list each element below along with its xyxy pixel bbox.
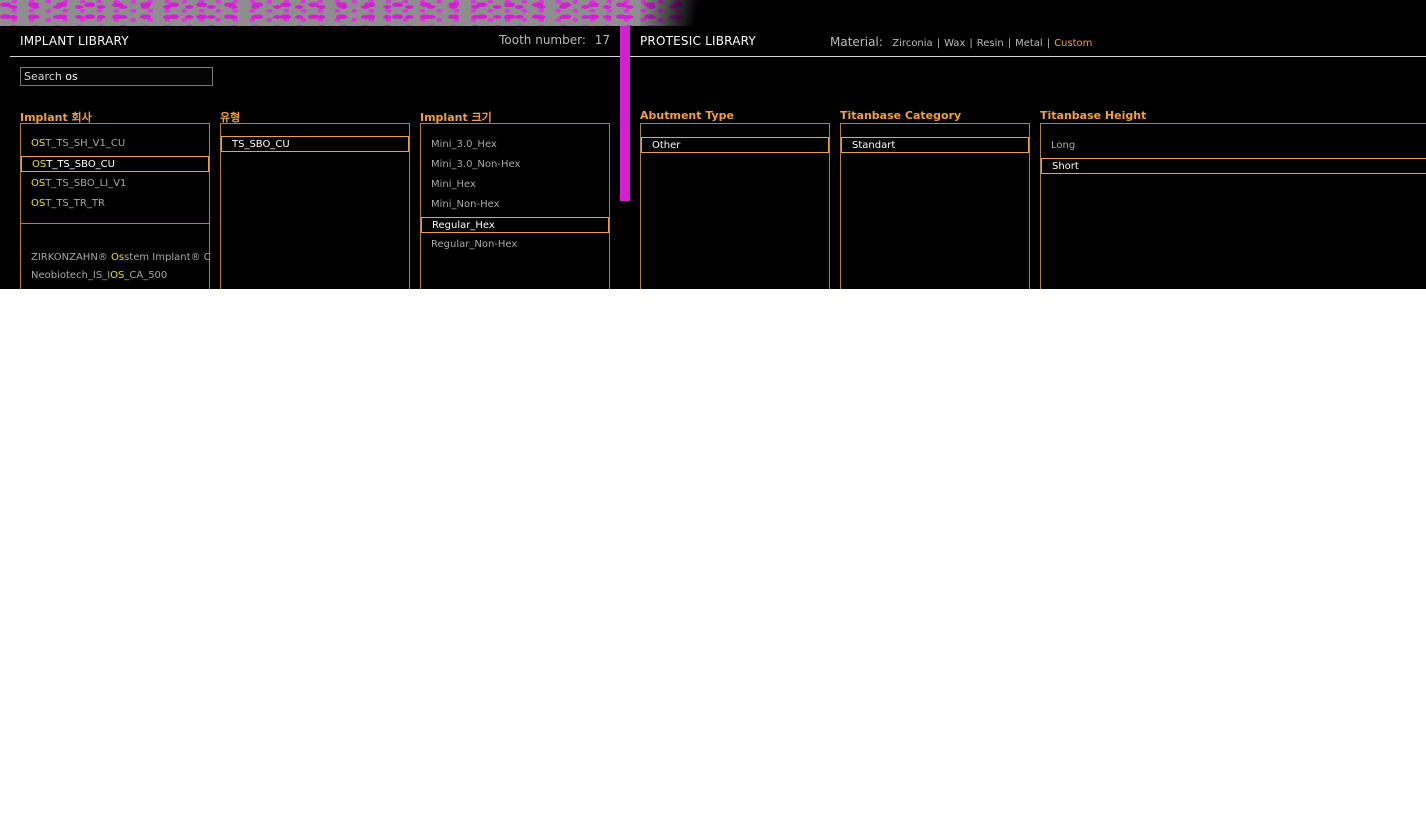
list-item[interactable]: Mini_3.0_Hex	[421, 137, 609, 153]
search-input[interactable]: Search os	[20, 67, 213, 86]
match-highlight: OS	[31, 198, 46, 209]
list-item[interactable]: Regular_Hex	[421, 217, 609, 233]
search-placeholder: Search	[24, 70, 62, 83]
list-item[interactable]: TS_SBO_CU	[221, 136, 409, 152]
separator: |	[1046, 38, 1051, 49]
list-item[interactable]: OST_TS_SH_V1_CU	[21, 136, 209, 152]
material-option-wax[interactable]: Wax	[944, 38, 965, 49]
item-label: TS_SBO_CU	[232, 139, 290, 150]
item-label: T_TS_SBO_LI_V1	[45, 178, 127, 189]
protesic-library-panel: PROTESIC LIBRARY Material: Zirconia | Wax |…	[630, 26, 1426, 289]
panel-title: PROTESIC LIBRARY	[640, 34, 756, 48]
list-item[interactable]: Regular_Non-Hex	[421, 237, 609, 253]
material-option-resin[interactable]: Resin	[977, 38, 1004, 49]
item-label: T_TS_SH_V1_CU	[45, 138, 126, 149]
list-item[interactable]: OST_TS_SBO_LI_V1	[21, 176, 209, 192]
item-label: _CA_500	[124, 270, 168, 281]
column-title-abutment-type: Abutment Type	[640, 109, 735, 122]
list-item[interactable]: Other	[641, 137, 829, 153]
item-label: T_TS_TR_TR	[45, 198, 105, 209]
separator: |	[936, 38, 941, 49]
list-item[interactable]: OST_TS_SBO_CU	[21, 156, 209, 172]
company-list[interactable]: OST_TS_SH_V1_CU OST_TS_SBO_CU OST_TS_SBO_L…	[20, 123, 210, 289]
material-label: Material:	[830, 35, 883, 49]
separator: |	[969, 38, 973, 49]
list-item[interactable]: Mini_Hex	[421, 177, 609, 193]
match-highlight: OS	[31, 178, 46, 189]
item-label: Standart	[852, 140, 896, 151]
size-list[interactable]: Mini_3.0_Hex Mini_3.0_Non-Hex Mini_Hex Mini…	[420, 123, 610, 289]
item-label: Long	[1051, 140, 1076, 151]
protesic-library-header: PROTESIC LIBRARY Material: Zirconia | Wax |…	[630, 26, 1426, 57]
list-item[interactable]: Neobiotech_IS_IOS_CA_500	[21, 268, 209, 284]
tooth-number: Tooth number: 17	[499, 33, 610, 47]
item-label: Mini_Hex	[431, 179, 476, 190]
scan-edge	[620, 26, 630, 201]
item-label: Short	[1052, 161, 1079, 172]
item-label: Regular_Non-Hex	[431, 239, 518, 250]
column-title-titanbase-category: Titanbase Category	[840, 109, 962, 122]
item-label: Mini_3.0_Non-Hex	[431, 159, 521, 170]
list-item[interactable]: Mini_3.0_Non-Hex	[421, 157, 609, 173]
scan-background	[0, 0, 720, 26]
list-item[interactable]: Mini_Non-Hex	[421, 197, 609, 213]
item-label: Other	[652, 140, 681, 151]
column-title-titanbase-height: Titanbase Height	[1040, 109, 1147, 122]
match-highlight: OS	[110, 270, 125, 281]
material-option-metal[interactable]: Metal	[1015, 38, 1043, 49]
list-item[interactable]: Short	[1041, 158, 1426, 174]
list-item[interactable]: Standart	[841, 137, 1029, 153]
material-option-custom[interactable]: Custom	[1054, 38, 1092, 49]
item-label: Mini_Non-Hex	[431, 199, 500, 210]
tooth-number-value: 17	[594, 33, 610, 47]
list-item[interactable]: OST_TS_TR_TR	[21, 196, 209, 212]
item-label: Neobiotech_IS_I	[31, 270, 111, 281]
search-value: os	[65, 70, 78, 83]
implant-library-panel: IMPLANT LIBRARY Tooth number: 17 Search …	[10, 26, 620, 289]
list-item[interactable]: Long	[1041, 138, 1426, 154]
abutment-type-list[interactable]: Other	[640, 123, 830, 289]
material-option-zirconia[interactable]: Zirconia	[892, 38, 932, 49]
implant-library-header: IMPLANT LIBRARY Tooth number: 17	[10, 26, 620, 57]
match-highlight: Os	[110, 252, 125, 263]
titanbase-height-list[interactable]: Long Short	[1040, 123, 1426, 289]
item-label: ZIRKONZAHN®	[31, 252, 111, 263]
item-label: Mini_3.0_Hex	[431, 139, 497, 150]
match-highlight: OS	[32, 159, 47, 170]
match-highlight: OS	[31, 138, 46, 149]
panel-title: IMPLANT LIBRARY	[20, 34, 129, 48]
list-item[interactable]: ZIRKONZAHN® Osstem Implant® C	[21, 250, 209, 266]
item-label: stem Implant® C	[124, 252, 210, 263]
list-divider	[21, 223, 209, 224]
app-window: IMPLANT LIBRARY Tooth number: 17 Search …	[0, 0, 1426, 289]
separator: |	[1007, 38, 1012, 49]
titanbase-category-list[interactable]: Standart	[840, 123, 1030, 289]
item-label: Regular_Hex	[432, 220, 495, 231]
item-label: T_TS_SBO_CU	[46, 159, 115, 170]
material-selector: Material: Zirconia | Wax | Resin | Metal | Custo…	[830, 35, 1092, 49]
type-list[interactable]: TS_SBO_CU	[220, 123, 410, 289]
